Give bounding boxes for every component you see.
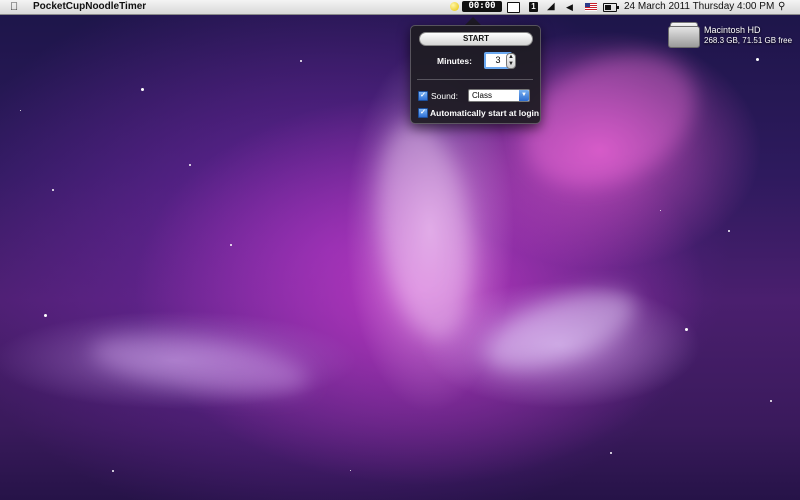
autostart-label[interactable]: Automatically start at login (430, 108, 539, 118)
flag-icon[interactable] (585, 3, 597, 11)
timer-display[interactable]: 00:00 (462, 1, 502, 12)
desktop-wallpaper (0, 0, 800, 500)
popover-arrow (465, 17, 481, 25)
chevron-down-icon: ▼ (519, 90, 529, 101)
hard-drive-body (668, 26, 700, 48)
star (112, 470, 114, 472)
star (685, 328, 688, 331)
start-button[interactable]: START (419, 32, 533, 46)
star (610, 452, 612, 454)
star (300, 60, 302, 62)
minutes-stepper[interactable]: ▲ ▼ (506, 53, 516, 69)
battery-icon[interactable] (603, 3, 619, 12)
volume-icon[interactable]: ◀ (566, 0, 573, 14)
wifi-icon[interactable]: ◢ (547, 0, 555, 14)
star (44, 314, 47, 317)
timer-status-icon[interactable] (450, 2, 459, 11)
disk-name[interactable]: Macintosh HD (704, 25, 761, 35)
wallpaper-streak (87, 324, 313, 406)
disk-info: 268.3 GB, 71.51 GB free (704, 36, 793, 45)
star (230, 244, 232, 246)
star (350, 470, 351, 471)
sound-checkbox[interactable]: ✓ (418, 91, 428, 101)
clock[interactable]: 24 March 2011 Thursday 4:00 PM (624, 0, 774, 14)
wallpaper-streak (365, 114, 485, 346)
app-menu[interactable]: PocketCupNoodleTimer (33, 0, 146, 14)
star (660, 210, 661, 211)
info-icon[interactable]: 1 (529, 2, 538, 12)
star (756, 58, 759, 61)
star (141, 88, 144, 91)
chevron-down-icon[interactable]: ▼ (507, 61, 515, 68)
star (770, 400, 772, 402)
autostart-checkbox[interactable]: ✓ (418, 108, 428, 118)
sound-label: Sound: (431, 91, 458, 101)
timer-popover: START Minutes: 3 ▲ ▼ ✓ Sound: Class ▼ ✓ … (410, 25, 541, 124)
display-icon[interactable] (507, 2, 520, 13)
apple-icon[interactable]:  (10, 0, 18, 14)
sound-select-value: Class (472, 91, 493, 100)
star (189, 164, 191, 166)
spotlight-icon[interactable]: ⚲ (778, 0, 785, 14)
chevron-up-icon[interactable]: ▲ (507, 54, 515, 61)
hard-drive-icon[interactable] (668, 22, 700, 48)
menu-bar:  PocketCupNoodleTimer 00:00 1 ◢ ◀ 24 Ma… (0, 0, 800, 15)
star (728, 230, 730, 232)
star (52, 189, 54, 191)
star (20, 110, 21, 111)
minutes-label: Minutes: (437, 56, 472, 66)
sound-select[interactable]: Class ▼ (468, 89, 530, 102)
panel-divider (417, 79, 533, 80)
wallpaper-streak (474, 274, 646, 386)
